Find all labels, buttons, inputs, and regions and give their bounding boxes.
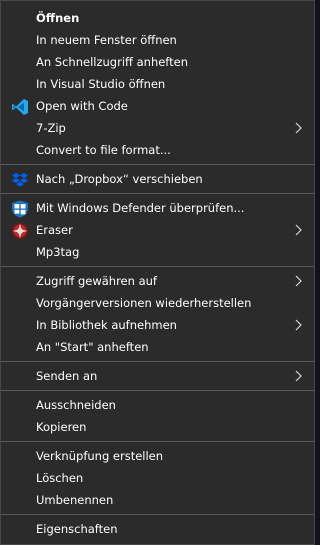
menu-item-properties[interactable]: Eigenschaften — [1, 518, 314, 540]
menu-item-label: Verknüpfung erstellen — [36, 449, 164, 463]
menu-separator — [1, 361, 314, 362]
menu-separator — [1, 266, 314, 267]
menu-item-delete[interactable]: Löschen — [1, 467, 314, 489]
menu-item-label: Mp3tag — [36, 245, 80, 259]
menu-separator — [1, 514, 314, 515]
menu-item-label: Ausschneiden — [36, 398, 116, 412]
menu-item-label: An Schnellzugriff anheften — [36, 55, 189, 69]
menu-item-cut[interactable]: Ausschneiden — [1, 394, 314, 416]
menu-item-pin-to-start[interactable]: An "Start" anheften — [1, 336, 314, 358]
menu-item-eraser[interactable]: Eraser — [1, 219, 314, 241]
menu-item-convert-file-format[interactable]: Convert to file format... — [1, 139, 314, 161]
chevron-right-icon — [293, 370, 303, 382]
menu-item-label: Umbenennen — [36, 493, 114, 507]
menu-item-label: Convert to file format... — [36, 143, 171, 157]
dropbox-icon — [11, 171, 29, 189]
menu-item-open-new-window[interactable]: In neuem Fenster öffnen — [1, 29, 314, 51]
menu-item-send-to[interactable]: Senden an — [1, 365, 314, 387]
menu-item-pin-quick-access[interactable]: An Schnellzugriff anheften — [1, 51, 314, 73]
menu-item-label: Mit Windows Defender überprüfen... — [36, 201, 245, 215]
chevron-right-icon — [293, 319, 303, 331]
menu-item-restore-previous-versions[interactable]: Vorgängerversionen wiederherstellen — [1, 292, 314, 314]
menu-item-label: Öffnen — [36, 11, 80, 25]
chevron-right-icon — [293, 224, 303, 236]
windows-defender-icon — [11, 200, 29, 218]
menu-item-label: Eraser — [36, 223, 73, 237]
context-menu: Öffnen In neuem Fenster öffnen An Schnel… — [0, 0, 315, 545]
menu-item-open[interactable]: Öffnen — [1, 7, 314, 29]
menu-item-open-with-code[interactable]: Open with Code — [1, 95, 314, 117]
menu-separator — [1, 441, 314, 442]
menu-item-label: Vorgängerversionen wiederherstellen — [36, 296, 252, 310]
menu-item-label: In neuem Fenster öffnen — [36, 33, 177, 47]
menu-item-rename[interactable]: Umbenennen — [1, 489, 314, 511]
menu-item-label: Zugriff gewähren auf — [36, 274, 157, 288]
menu-item-label: An "Start" anheften — [36, 340, 149, 354]
menu-item-windows-defender-scan[interactable]: Mit Windows Defender überprüfen... — [1, 197, 314, 219]
menu-item-include-in-library[interactable]: In Bibliothek aufnehmen — [1, 314, 314, 336]
vscode-icon — [11, 98, 29, 116]
menu-separator — [1, 390, 314, 391]
menu-item-label: Nach „Dropbox“ verschieben — [36, 172, 203, 186]
menu-item-mp3tag[interactable]: Mp3tag — [1, 241, 314, 263]
menu-item-copy[interactable]: Kopieren — [1, 416, 314, 438]
menu-item-create-shortcut[interactable]: Verknüpfung erstellen — [1, 445, 314, 467]
menu-item-move-to-dropbox[interactable]: Nach „Dropbox“ verschieben — [1, 168, 314, 190]
menu-item-label: In Bibliothek aufnehmen — [36, 318, 177, 332]
chevron-right-icon — [293, 122, 303, 134]
menu-separator — [1, 164, 314, 165]
menu-item-label: Kopieren — [36, 420, 87, 434]
menu-item-grant-access[interactable]: Zugriff gewähren auf — [1, 270, 314, 292]
menu-item-open-visual-studio[interactable]: In Visual Studio öffnen — [1, 73, 314, 95]
menu-item-label: 7-Zip — [36, 121, 66, 135]
menu-item-label: Löschen — [36, 471, 84, 485]
menu-item-7zip[interactable]: 7-Zip — [1, 117, 314, 139]
menu-item-label: In Visual Studio öffnen — [36, 77, 166, 91]
menu-item-label: Open with Code — [36, 99, 128, 113]
menu-item-label: Senden an — [36, 369, 98, 383]
menu-separator — [1, 193, 314, 194]
menu-item-label: Eigenschaften — [36, 522, 118, 536]
eraser-icon — [11, 222, 29, 240]
chevron-right-icon — [293, 275, 303, 287]
